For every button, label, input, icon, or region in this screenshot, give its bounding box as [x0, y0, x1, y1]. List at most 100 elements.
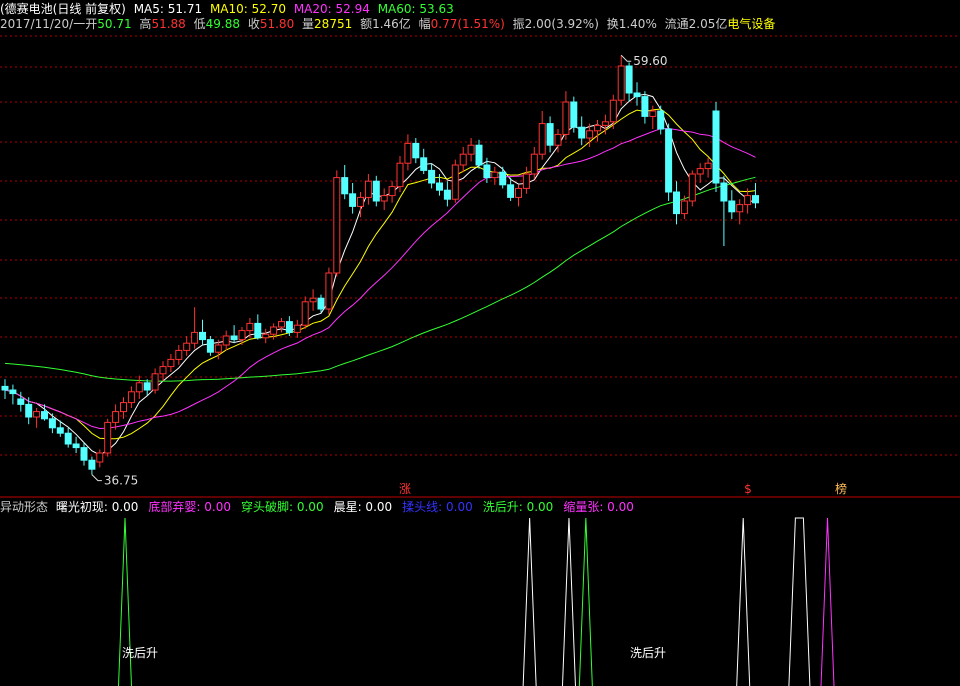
candle-body — [175, 349, 183, 360]
candle-body — [404, 142, 412, 164]
candle-body — [278, 321, 285, 328]
candle-body — [625, 65, 633, 94]
candle-body — [159, 366, 167, 375]
candle-body — [538, 123, 546, 155]
candle-body — [285, 321, 293, 333]
candle-body — [135, 382, 143, 393]
candle-body — [48, 418, 56, 429]
candle-body — [333, 177, 341, 274]
candle-body — [214, 344, 222, 353]
candle-body — [412, 142, 420, 159]
candle-body — [720, 182, 728, 202]
candle-body — [499, 171, 507, 186]
candle-body — [467, 144, 475, 155]
candle-body — [341, 177, 349, 195]
ma-line-ma10 — [4, 108, 756, 440]
candles — [1, 55, 759, 475]
candle-body — [744, 195, 752, 206]
candle-body — [151, 373, 159, 391]
signal-spike — [118, 517, 132, 686]
ma-line-ma20 — [4, 127, 756, 430]
stock-chart-window: (德赛电池(日线 前复权) MA5: 51.71 MA10: 52.70 MA2… — [0, 0, 960, 686]
candle-body — [88, 459, 96, 470]
candle-body — [41, 411, 48, 420]
signal-label: 洗后升 — [630, 646, 666, 660]
candle-body — [262, 333, 270, 339]
candle-body — [420, 157, 428, 171]
candle-body — [546, 123, 554, 146]
marker-zhang: 涨 — [399, 481, 411, 496]
candle-body — [562, 101, 570, 135]
candle-body — [570, 101, 578, 128]
candle-body — [704, 162, 712, 170]
candle-body — [649, 110, 657, 117]
candle-body — [183, 342, 191, 351]
candle-body — [104, 421, 112, 454]
candle-body — [459, 153, 467, 166]
candle-body — [712, 110, 720, 184]
candle-body — [554, 133, 562, 146]
candle-body — [601, 121, 609, 126]
candlestick-chart: 59.60 36.75 涨 $ 榜洗后升 洗后升 — [0, 35, 960, 686]
candle-body — [72, 443, 80, 449]
candle-body — [56, 427, 64, 434]
candle-body — [206, 339, 214, 353]
marker-dollar: $ — [744, 482, 752, 496]
candle-body — [317, 297, 325, 310]
candle-body — [293, 324, 301, 333]
signal-spike — [788, 517, 811, 686]
ma-line-ma5 — [4, 93, 756, 456]
grid-lines — [0, 35, 960, 456]
candle-body — [143, 382, 151, 391]
candle-body — [167, 358, 175, 368]
candle-body — [309, 297, 317, 303]
candle-body — [451, 164, 459, 200]
candle-body — [230, 335, 238, 341]
signal-spike — [736, 517, 751, 686]
candle-body — [17, 398, 25, 405]
candle-body — [752, 195, 759, 204]
candle-body — [120, 402, 127, 413]
candle-body — [633, 92, 641, 98]
high-pointer — [620, 54, 632, 62]
candle-body — [507, 184, 515, 198]
candle-body — [483, 164, 491, 179]
candle-body — [349, 193, 357, 207]
candle-body — [364, 180, 372, 198]
candle-body — [64, 432, 72, 445]
candle-body — [357, 196, 364, 207]
candle-body — [1, 385, 9, 391]
marker-bang: 榜 — [835, 481, 847, 496]
candle-body — [80, 447, 88, 461]
candle-body — [254, 322, 262, 339]
candle-body — [673, 191, 680, 215]
candle-body — [688, 173, 696, 202]
candle-body — [728, 200, 736, 213]
candle-body — [112, 411, 120, 423]
candle-body — [436, 182, 443, 191]
candle-body — [491, 171, 499, 179]
candle-body — [609, 99, 617, 123]
candle-body — [641, 96, 649, 117]
indicator-signals — [118, 517, 835, 686]
candle-body — [191, 331, 199, 344]
candle-body — [428, 169, 436, 184]
candle-body — [443, 189, 451, 200]
signal-spike — [820, 517, 835, 686]
candle-body — [522, 173, 530, 189]
candle-body — [696, 168, 704, 175]
candle-body — [301, 301, 309, 326]
candle-body — [388, 186, 396, 197]
candle-body — [372, 180, 380, 202]
candle-body — [396, 162, 404, 188]
candle-body — [736, 204, 744, 213]
candle-body — [530, 153, 538, 175]
candle-body — [680, 200, 688, 215]
signal-spike — [522, 517, 537, 686]
candle-body — [665, 128, 673, 193]
candle-body — [33, 411, 41, 418]
candle-body — [199, 331, 206, 341]
candle-body — [578, 126, 586, 139]
candle-body — [127, 391, 135, 404]
candle-body — [594, 124, 601, 132]
